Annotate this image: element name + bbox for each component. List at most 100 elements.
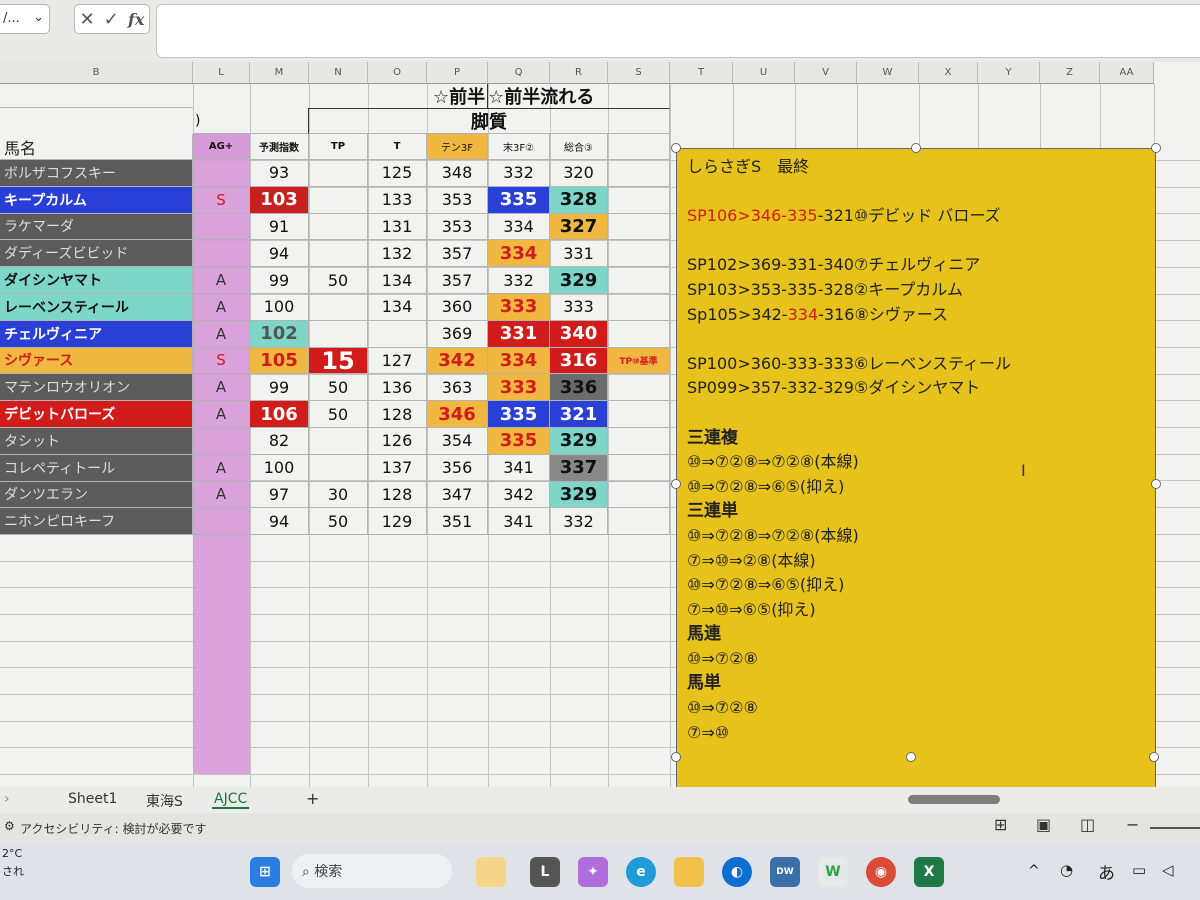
dw-icon[interactable]: DW [770,857,800,887]
idx-cell[interactable]: 106 [250,401,309,428]
t-cell[interactable]: 136 [368,374,427,402]
idx-cell[interactable]: 99 [250,267,309,294]
formula-input[interactable] [156,4,1200,58]
resize-handle[interactable] [671,479,681,489]
ag-cell[interactable]: A [193,454,250,482]
analysis-textbox[interactable]: しらさぎS 最終 SP106>346-335-321⑩デビッド バローズ SP1… [676,148,1156,820]
ime-indicator[interactable]: あ [1098,859,1115,884]
matsu-cell[interactable]: 331 [488,320,550,348]
tab-sheet1[interactable]: Sheet1 [68,791,117,807]
volume-icon[interactable]: ◁ [1162,861,1174,879]
ten-cell[interactable]: 353 [427,213,488,241]
ten-cell[interactable]: 342 [427,347,488,375]
idx-cell[interactable]: 100 [250,294,309,321]
cancel-icon[interactable]: ✕ [80,9,95,30]
horizontal-scrollbar[interactable] [908,795,1000,804]
ten-cell[interactable]: 357 [427,267,488,294]
sogo-cell[interactable]: 332 [550,508,608,536]
copilot-icon[interactable]: ✦ [578,857,608,887]
horse-name-cell[interactable]: ボルザコフスキー [0,160,193,187]
confirm-icon[interactable]: ✓ [104,9,119,30]
tp-cell[interactable] [309,213,368,241]
normal-view-icon[interactable]: ⊞ [994,815,1007,834]
ten-cell[interactable]: 351 [427,508,488,536]
spreadsheet-grid[interactable]: B L M N O P Q R S T U V W X Y Z AA ☆前半 ☆前半流れる ) 脚質 馬名 AG+… [0,62,1200,829]
ag-header[interactable]: AG+ [193,134,250,160]
ten-cell[interactable]: 369 [427,320,488,348]
scroll-left-icon[interactable]: › [4,791,10,807]
t-cell[interactable]: 132 [368,240,427,268]
sogo-header[interactable]: 総合③ [550,134,608,160]
idx-cell[interactable]: 94 [250,240,309,268]
idx-cell[interactable]: 94 [250,508,309,536]
sogo-cell[interactable]: 329 [550,481,608,509]
title-cell[interactable]: ☆前半 ☆前半流れる [193,84,670,108]
column-header[interactable]: T [670,62,733,84]
sogo-cell[interactable]: 333 [550,294,608,321]
sogo-cell[interactable]: 327 [550,213,608,241]
ten-cell[interactable]: 363 [427,374,488,402]
sogo-cell[interactable]: 340 [550,320,608,348]
matsu-cell[interactable]: 332 [488,160,550,187]
matsu-cell[interactable]: 334 [488,213,550,241]
tab-ajcc[interactable]: AJCC [212,791,250,809]
idx-cell[interactable]: 99 [250,374,309,402]
column-header[interactable]: P [427,62,488,84]
horse-name-cell[interactable]: デビットバローズ [0,401,193,428]
t-cell[interactable]: 134 [368,267,427,294]
resize-handle[interactable] [671,752,681,762]
note-cell[interactable] [608,428,670,455]
note-cell[interactable] [608,481,670,509]
edge-icon[interactable]: e [626,857,656,887]
ten-cell[interactable]: 348 [427,160,488,187]
matsu-cell[interactable]: 334 [488,347,550,375]
w-app-icon[interactable]: W [818,857,848,887]
ten-cell[interactable]: 356 [427,454,488,482]
ten-cell[interactable]: 360 [427,294,488,321]
note-cell[interactable] [608,508,670,536]
t-cell[interactable] [368,320,427,348]
note-cell[interactable] [608,454,670,482]
t-cell[interactable]: 133 [368,186,427,214]
tp-cell[interactable] [309,240,368,268]
note-cell[interactable] [608,213,670,241]
horse-name-cell[interactable]: ダイシンヤマト [0,267,193,294]
note-cell[interactable] [608,374,670,402]
resize-handle[interactable] [1149,752,1159,762]
note-cell[interactable] [608,240,670,268]
horse-name-cell[interactable]: ラケマーダ [0,213,193,241]
note-cell[interactable] [608,401,670,428]
search-box[interactable]: ⌕ 検索 [292,854,452,888]
column-header[interactable]: L [193,62,250,84]
zoom-out-icon[interactable]: − [1126,815,1139,834]
sogo-cell[interactable]: 320 [550,160,608,187]
note-cell[interactable] [608,320,670,348]
sogo-cell[interactable]: 329 [550,428,608,455]
add-sheet-button[interactable]: + [306,789,319,808]
column-header[interactable]: X [919,62,978,84]
ten-cell[interactable]: 353 [427,186,488,214]
ag-cell[interactable] [193,508,250,536]
ag-cell[interactable]: A [193,374,250,402]
sogo-cell[interactable]: 316 [550,347,608,375]
network-icon[interactable]: ◔ [1060,861,1073,879]
tp-cell[interactable]: 15 [309,347,368,375]
ag-cell[interactable]: A [193,267,250,294]
horse-name-cell[interactable]: チェルヴィニア [0,320,193,348]
t-cell[interactable]: 128 [368,401,427,428]
matsu3f-header[interactable]: 末3F② [488,134,550,160]
sogo-cell[interactable]: 336 [550,374,608,402]
idx-cell[interactable]: 100 [250,454,309,482]
idx-cell[interactable]: 97 [250,481,309,509]
t-cell[interactable]: 125 [368,160,427,187]
column-header[interactable]: AA [1100,62,1154,84]
matsu-cell[interactable]: 342 [488,481,550,509]
matsu-cell[interactable]: 341 [488,454,550,482]
ag-cell[interactable] [193,428,250,455]
matsu-cell[interactable]: 334 [488,240,550,268]
zoom-slider[interactable] [1150,827,1200,829]
horse-name-cell[interactable]: ダンツエラン [0,481,193,509]
column-header[interactable]: Z [1040,62,1100,84]
column-header[interactable]: R [550,62,608,84]
note-cell[interactable] [608,294,670,321]
